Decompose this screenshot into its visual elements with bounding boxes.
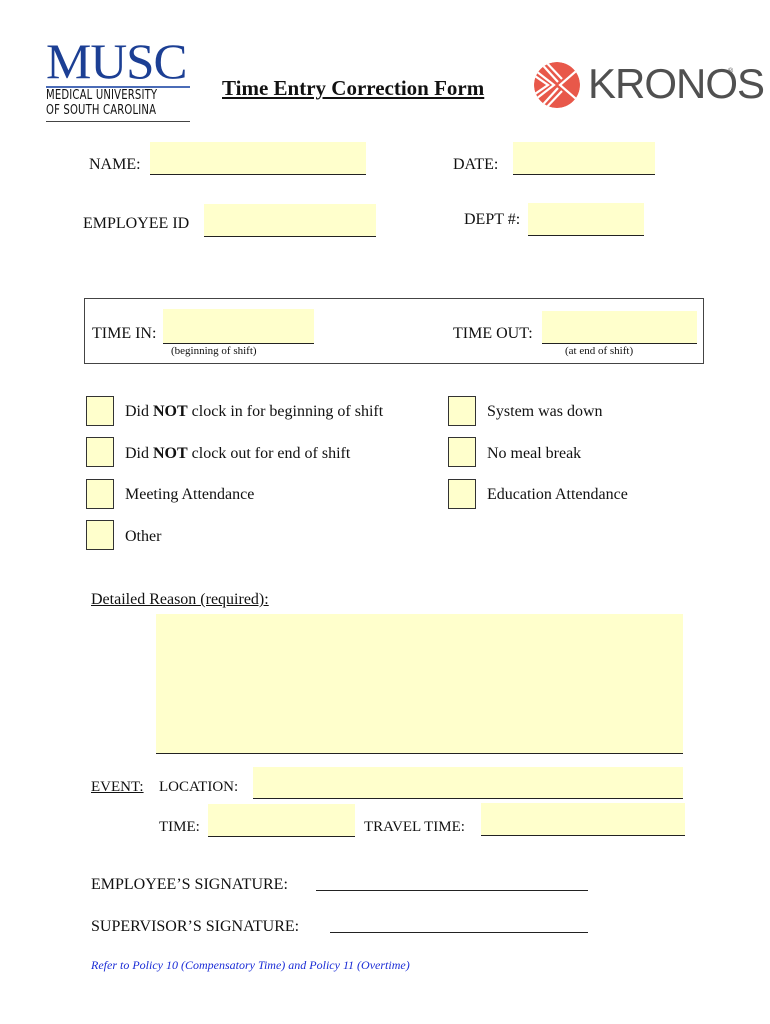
label-emphasis: NOT: [153, 403, 188, 420]
registered-mark: ®: [728, 68, 734, 75]
logo-underline: [46, 121, 190, 122]
checkbox-label-no-clock-out: Did NOT clock out for end of shift: [125, 445, 350, 463]
event-time-label: TIME:: [159, 819, 200, 835]
detailed-reason-field[interactable]: [156, 614, 683, 754]
checkbox-no-clock-out[interactable]: [86, 437, 114, 467]
musc-line1: MEDICAL UNIVERSITY: [46, 88, 158, 103]
location-field[interactable]: [253, 767, 683, 799]
time-in-field[interactable]: [163, 309, 314, 344]
event-time-field[interactable]: [208, 804, 355, 837]
label-part: Did: [125, 403, 153, 420]
checkbox-label-education-attendance: Education Attendance: [487, 486, 628, 503]
kronos-mark-icon: [534, 62, 580, 108]
label-part: Did: [125, 445, 153, 462]
checkbox-no-meal-break[interactable]: [448, 437, 476, 467]
label-part: clock in for beginning of shift: [187, 403, 384, 420]
time-in-label: TIME IN:: [92, 325, 157, 342]
employee-id-field[interactable]: [204, 204, 376, 237]
employee-id-label: EMPLOYEE ID: [83, 215, 190, 232]
dept-field[interactable]: [528, 203, 644, 236]
checkbox-no-clock-in[interactable]: [86, 396, 114, 426]
travel-time-field[interactable]: [481, 803, 685, 836]
supervisor-signature-line[interactable]: [330, 932, 588, 933]
musc-line2: OF SOUTH CAROLINA: [46, 103, 157, 118]
time-out-hint: (at end of shift): [565, 345, 634, 357]
travel-time-label: TRAVEL TIME:: [364, 819, 465, 835]
checkbox-label-no-clock-in: Did NOT clock in for beginning of shift: [125, 403, 383, 421]
label-part: clock out for end of shift: [187, 445, 351, 462]
event-label: EVENT:: [91, 779, 144, 795]
location-label: LOCATION:: [159, 779, 239, 795]
supervisor-signature-label: SUPERVISOR’S SIGNATURE:: [91, 918, 300, 935]
name-label: NAME:: [89, 156, 141, 173]
date-field[interactable]: [513, 142, 655, 175]
employee-signature-line[interactable]: [316, 890, 588, 891]
checkbox-label-meeting-attendance: Meeting Attendance: [125, 486, 255, 503]
checkbox-system-down[interactable]: [448, 396, 476, 426]
time-out-field[interactable]: [542, 311, 697, 344]
musc-wordmark: MUSC: [46, 33, 188, 89]
detailed-reason-label: Detailed Reason (required):: [91, 591, 269, 608]
checkbox-label-other: Other: [125, 528, 162, 545]
time-in-hint: (beginning of shift): [171, 345, 257, 357]
employee-signature-label: EMPLOYEE’S SIGNATURE:: [91, 876, 288, 893]
name-field[interactable]: [150, 142, 366, 175]
musc-logo: MUSC MEDICAL UNIVERSITY OF SOUTH CAROLIN…: [46, 33, 190, 122]
checkbox-label-system-down: System was down: [487, 403, 603, 420]
checkbox-other[interactable]: [86, 520, 114, 550]
policy-note: Refer to Policy 10 (Compensatory Time) a…: [91, 958, 410, 972]
page-title: Time Entry Correction Form: [222, 76, 485, 100]
date-label: DATE:: [453, 156, 499, 173]
checkbox-education-attendance[interactable]: [448, 479, 476, 509]
checkbox-meeting-attendance[interactable]: [86, 479, 114, 509]
kronos-wordmark: KRONOS: [588, 60, 765, 107]
time-out-label: TIME OUT:: [453, 325, 533, 342]
dept-label: DEPT #:: [464, 211, 521, 228]
label-emphasis: NOT: [153, 445, 188, 462]
checkbox-label-no-meal-break: No meal break: [487, 445, 582, 462]
